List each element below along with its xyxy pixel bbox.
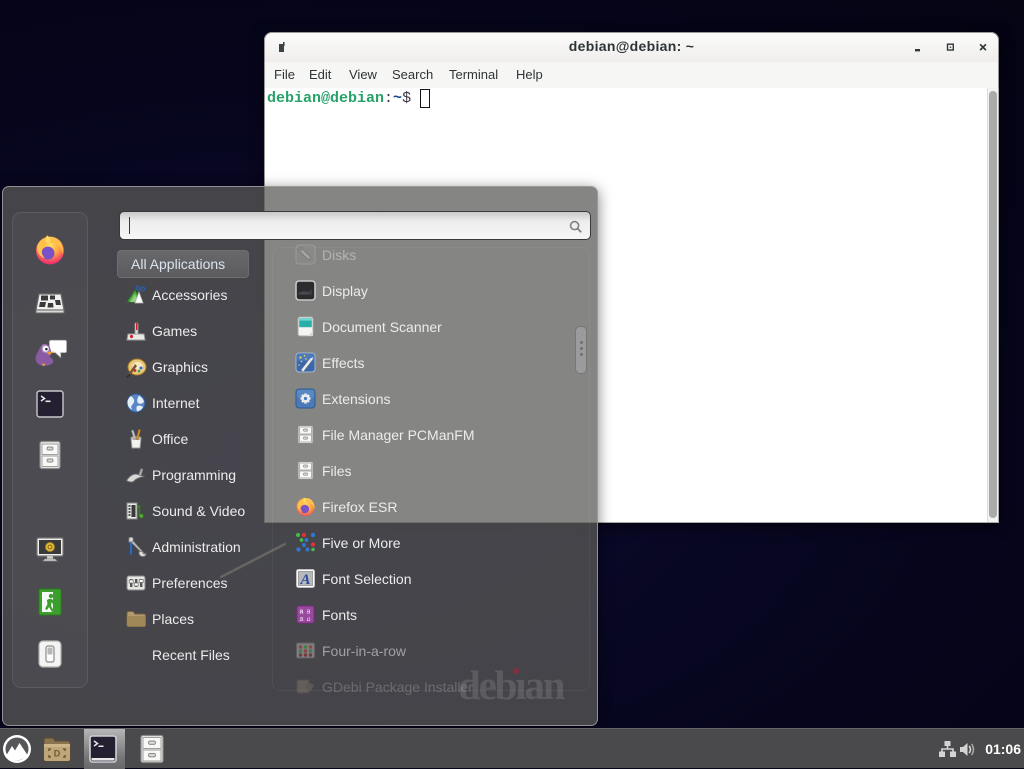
svg-text:A: A (299, 572, 310, 588)
svg-text:a: a (307, 615, 311, 623)
svg-text:a: a (300, 609, 304, 616)
svg-text:a: a (300, 616, 304, 623)
svg-text:D: D (54, 749, 61, 759)
